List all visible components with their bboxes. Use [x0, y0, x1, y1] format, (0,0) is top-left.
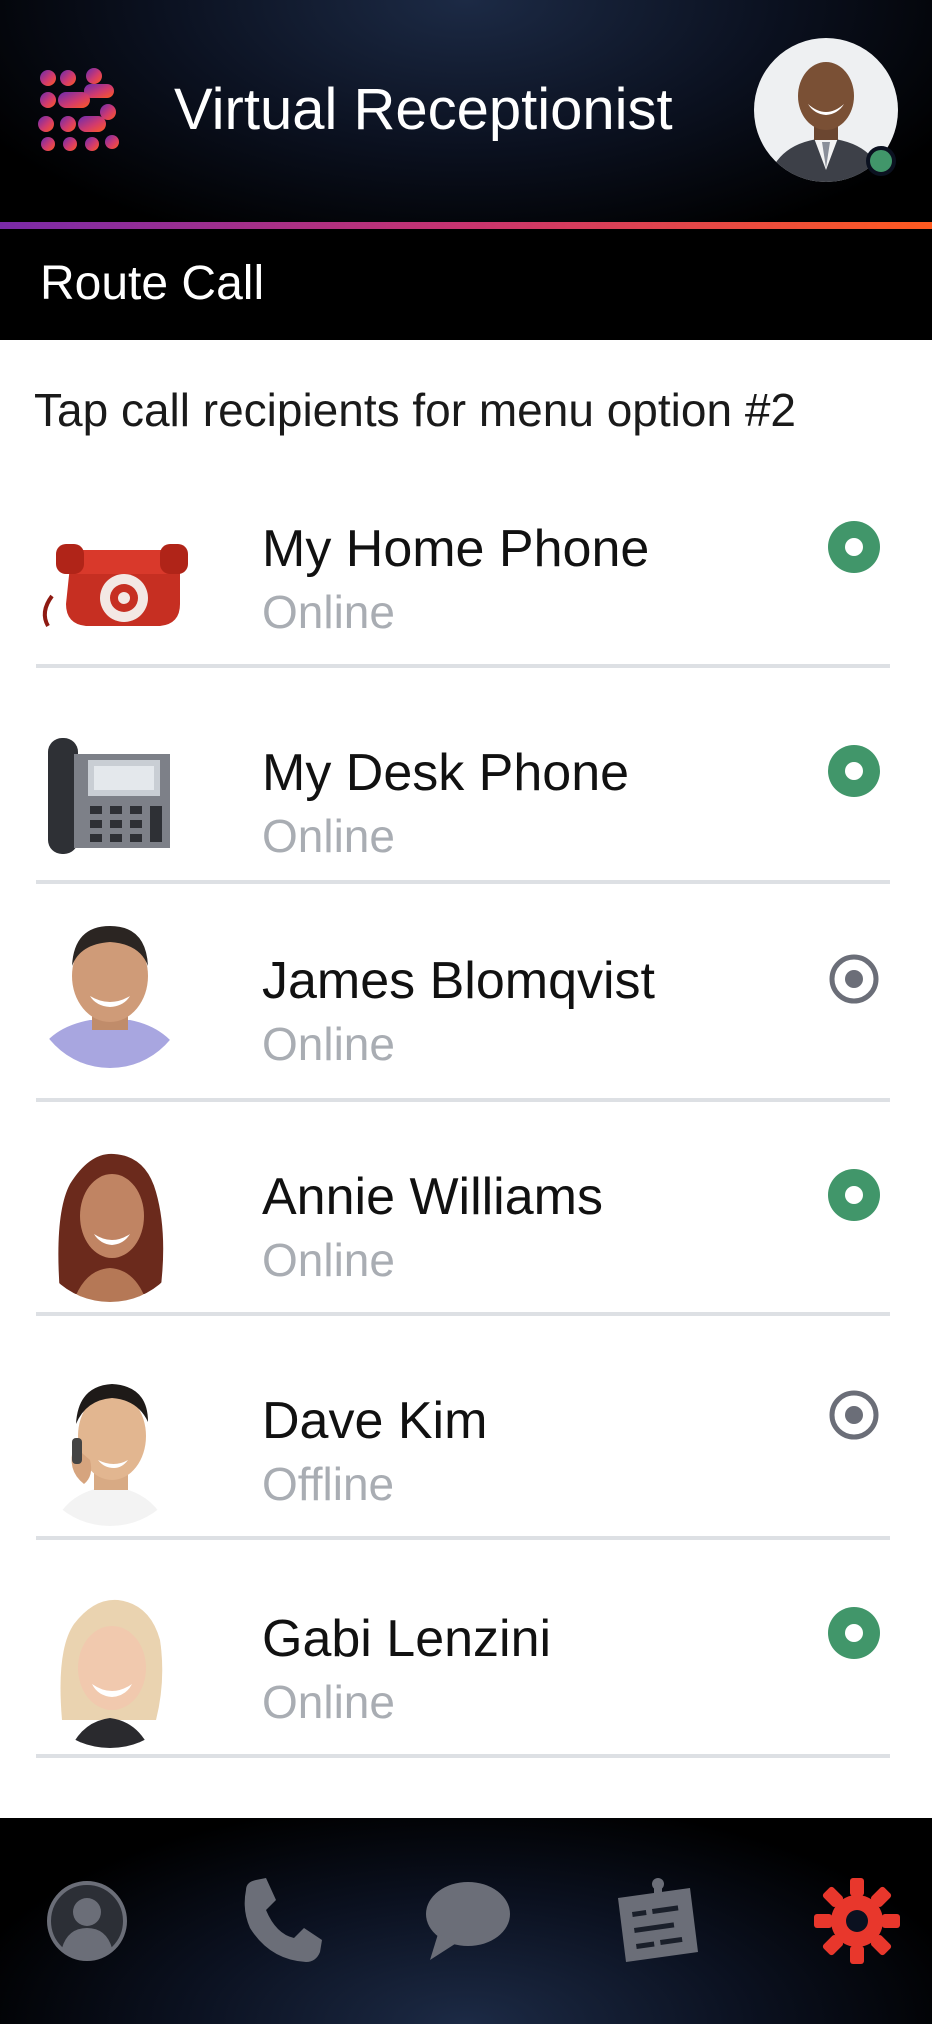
row-divider — [36, 880, 890, 884]
recipient-status: Offline — [262, 1458, 395, 1510]
recipient-status: Online — [262, 1018, 395, 1070]
instruction-text: Tap call recipients for menu option #2 — [34, 384, 796, 436]
row-divider — [36, 664, 890, 668]
selected-radio-icon[interactable] — [826, 519, 882, 575]
row-divider — [36, 1098, 890, 1102]
phone-icon[interactable] — [236, 1876, 326, 1966]
desk-phone-icon — [48, 738, 170, 854]
person-photo-icon — [32, 1146, 188, 1302]
row-divider — [36, 1754, 890, 1758]
person-photo-icon — [32, 1592, 188, 1748]
person-photo-icon — [32, 1370, 188, 1526]
presence-online-dot — [866, 146, 896, 176]
unselected-radio-icon[interactable] — [826, 1387, 882, 1443]
rotary-phone-icon — [42, 544, 188, 627]
recipient-status: Online — [262, 810, 395, 862]
app-title: Virtual Receptionist — [174, 77, 673, 142]
person-photo-icon — [32, 912, 188, 1068]
notes-icon[interactable] — [612, 1876, 702, 1966]
selected-radio-icon[interactable] — [826, 1605, 882, 1661]
selected-radio-icon[interactable] — [826, 743, 882, 799]
profile-avatar[interactable] — [754, 38, 898, 182]
bottom-tab-bar — [0, 1818, 932, 2024]
recipient-name: Dave Kim — [262, 1392, 488, 1450]
recipient-status: Online — [262, 586, 395, 638]
recipient-status: Online — [262, 1234, 395, 1286]
recipient-status: Online — [262, 1676, 395, 1728]
page-title: Route Call — [40, 257, 265, 310]
recipient-name: My Desk Phone — [262, 744, 630, 802]
contacts-icon[interactable] — [42, 1876, 132, 1966]
settings-gear-icon[interactable] — [812, 1876, 902, 1966]
route-call-bar: Route Call — [0, 229, 932, 340]
recipient-name: Annie Williams — [262, 1168, 603, 1226]
recipient-name: James Blomqvist — [262, 952, 655, 1010]
unselected-radio-icon[interactable] — [826, 951, 882, 1007]
selected-radio-icon[interactable] — [826, 1167, 882, 1223]
recipient-name: My Home Phone — [262, 520, 650, 578]
recipient-name: Gabi Lenzini — [262, 1610, 552, 1668]
row-divider — [36, 1312, 890, 1316]
chat-icon[interactable] — [422, 1876, 512, 1966]
dot-grid-logo-icon — [38, 68, 119, 151]
app-header: Virtual Receptionist — [0, 0, 932, 222]
accent-bar — [0, 222, 932, 229]
row-divider — [36, 1536, 890, 1540]
